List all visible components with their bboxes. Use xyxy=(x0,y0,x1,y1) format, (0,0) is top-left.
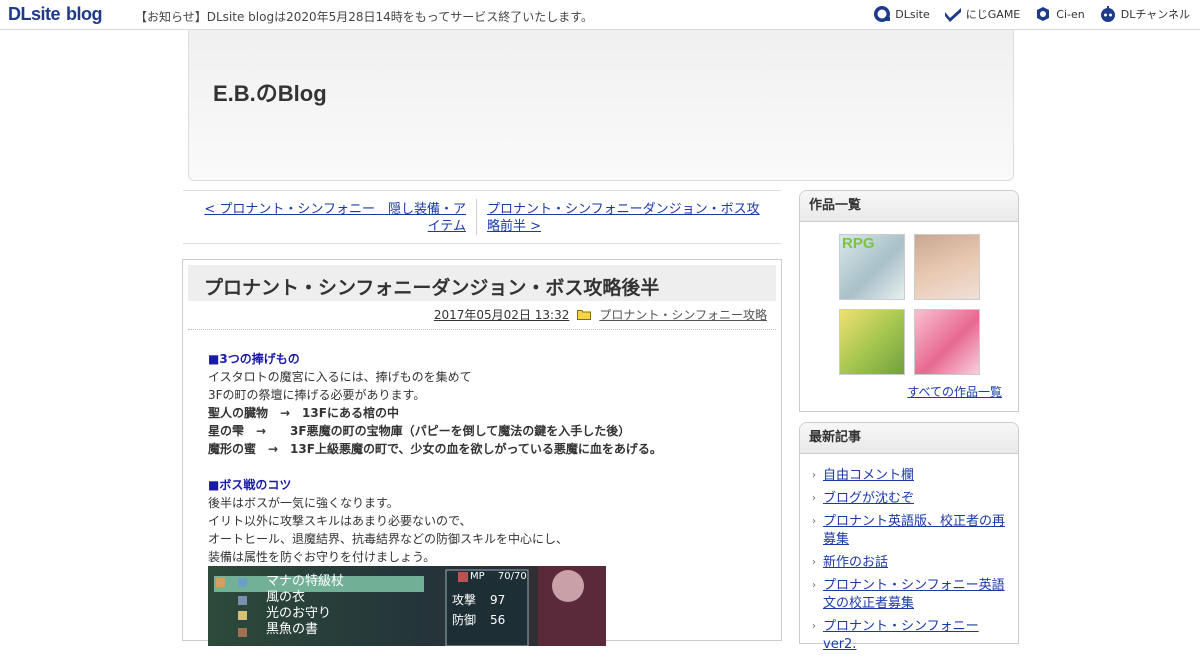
dl-icon xyxy=(874,6,891,22)
game-stats: 攻撃 97 防御 56 xyxy=(452,590,505,630)
article-line: 装備は属性を防ぐお守りを付けましょう。 xyxy=(208,550,436,564)
chevron-right-icon: › xyxy=(812,516,816,527)
recent-post-link[interactable]: プロナント・シンフォニーver2. xyxy=(823,619,979,652)
chevron-right-icon: › xyxy=(812,580,816,591)
link-label: DLチャンネル xyxy=(1120,8,1190,21)
game-screenshot: マナの特級杖 風の衣 光のお守り 黒魚の書 MP 70/70 攻撃 97 防御 56 xyxy=(208,566,606,646)
article: プロナント・シンフォニーダンジョン・ボス攻略後半 2017年05月02日 13:… xyxy=(182,259,782,646)
works-box: 作品一覧 RPG すべての作品一覧 xyxy=(799,190,1019,412)
link-nijigame[interactable]: にじGAME xyxy=(944,5,1021,23)
logo-sub: blog xyxy=(66,4,103,24)
meta-divider xyxy=(188,329,776,330)
rpg-badge: RPG xyxy=(842,235,875,252)
link-cien[interactable]: Ci-en xyxy=(1034,5,1085,23)
blog-title[interactable]: E.B.のBlog xyxy=(213,76,327,108)
recent-post-link[interactable]: プロナント・シンフォニー英語文の校正者募集 xyxy=(823,578,1005,611)
game-item: 光のお守り xyxy=(266,606,332,621)
service-links: DLsite にじGAME Ci-en DLチャンネル xyxy=(873,5,1190,23)
top-bar: DLsite blog 【お知らせ】DLsite blogは2020年5月28日1… xyxy=(0,0,1200,30)
recent-post-item: › プロナント・シンフォニー英語文の校正者募集 xyxy=(810,577,1010,613)
work-thumbnail[interactable]: RPG xyxy=(839,234,905,300)
stat-value: 97 xyxy=(490,593,506,607)
article-title: プロナント・シンフォニーダンジョン・ボス攻略後半 xyxy=(204,278,660,299)
channel-icon xyxy=(1100,6,1115,22)
article-category-link[interactable]: プロナント・シンフォニー攻略 xyxy=(599,306,767,323)
article-line: イリト以外に攻撃スキルはあまり必要ないので、 xyxy=(208,514,472,528)
article-nav: < プロナント・シンフォニー 隠し装備・アイテム プロナント・シンフォニーダンジ… xyxy=(183,190,781,244)
link-label: にじGAME xyxy=(965,8,1021,21)
dlsite-blog-logo[interactable]: DLsite blog xyxy=(8,4,103,25)
article-line: 聖人の臓物 → 13Fにある棺の中 xyxy=(208,406,399,420)
recent-post-item: › プロナント・シンフォニーver2. xyxy=(810,618,1010,654)
link-label: DLsite xyxy=(895,7,930,21)
service-notice: 【お知らせ】DLsite blogは2020年5月28日14時をもってサービス終… xyxy=(135,10,593,24)
article-body: ■3つの捧げものイスタロトの魔宮に入るには、捧げものを集めて 3Fの町の祭壇に捧げ… xyxy=(208,350,662,566)
link-label: Ci-en xyxy=(1056,7,1085,21)
work-thumbnail[interactable] xyxy=(914,234,980,300)
recent-posts-box: 最新記事 › 自由コメント欄 › ブログが沈むぞ › プロナント英語版、校正者の再募集 › 新… xyxy=(799,422,1019,652)
mp-label: MP xyxy=(470,571,485,582)
recent-post-item: › ブログが沈むぞ xyxy=(810,490,1010,508)
work-thumbnail[interactable] xyxy=(839,309,905,375)
article-line xyxy=(208,458,662,476)
game-stat-row: 攻撃 97 xyxy=(452,590,505,610)
prev-article-link[interactable]: < プロナント・シンフォニー 隠し装備・アイテム xyxy=(193,201,466,235)
stat-value: 56 xyxy=(490,613,506,627)
game-item: 風の衣 xyxy=(266,590,306,605)
niji-icon xyxy=(944,8,961,22)
game-item-list: マナの特級杖 風の衣 光のお守り 黒魚の書 xyxy=(266,574,344,638)
article-line: 星の雫 → 3F悪魔の町の宝物庫（パピーを倒して魔法の鍵を入手した後） xyxy=(208,424,631,438)
game-item: マナの特級杖 xyxy=(266,574,345,589)
folder-icon xyxy=(577,310,592,320)
recent-list: › 自由コメント欄 › ブログが沈むぞ › プロナント英語版、校正者の再募集 › 新作のお話 ›… xyxy=(810,467,1010,659)
game-item: 黒魚の書 xyxy=(266,622,319,637)
article-line: 後半はボスが一気に強くなります。 xyxy=(208,496,399,510)
recent-post-link[interactable]: ブログが沈むぞ xyxy=(823,491,914,506)
game-stat-row: 防御 56 xyxy=(452,610,505,630)
stat-label: 防御 xyxy=(452,613,477,627)
article-line: 魔形の蜜 → 13F上級悪魔の町で、少女の血を欲しがっている悪魔に血をあげる。 xyxy=(208,442,662,456)
article-line: オートヒール、退魔結界、抗毒結界などの防御スキルを中心にし、 xyxy=(208,532,569,546)
recent-post-item: › 自由コメント欄 xyxy=(810,467,1010,485)
next-article-link[interactable]: プロナント・シンフォニーダンジョン・ボス攻略前半 > xyxy=(487,201,771,235)
recent-post-link[interactable]: プロナント英語版、校正者の再募集 xyxy=(823,514,1005,547)
article-date[interactable]: 2017年05月02日 13:32 xyxy=(434,306,569,323)
link-dlsite[interactable]: DLsite xyxy=(873,5,930,23)
chevron-right-icon: › xyxy=(812,557,816,568)
chevron-right-icon: › xyxy=(812,621,816,632)
chevron-right-icon: › xyxy=(812,493,816,504)
logo-main: DLsite xyxy=(8,4,61,24)
chevron-right-icon: › xyxy=(812,470,816,481)
article-line: イスタロトの魔宮に入るには、捧げものを集めて xyxy=(208,370,472,384)
recent-heading: 最新記事 xyxy=(800,423,1018,454)
blog-header: E.B.のBlog xyxy=(188,30,1014,181)
article-title-bar: プロナント・シンフォニーダンジョン・ボス攻略後半 xyxy=(188,265,776,301)
article-line: ■3つの捧げもの xyxy=(208,352,300,366)
article-line: ■ボス戦のコツ xyxy=(208,478,292,492)
article-meta: 2017年05月02日 13:32 プロナント・シンフォニー攻略 xyxy=(434,306,767,323)
link-dlchannel[interactable]: DLチャンネル xyxy=(1099,5,1190,23)
work-thumbnail[interactable] xyxy=(914,309,980,375)
article-line: 3Fの町の祭壇に捧げる必要があります。 xyxy=(208,388,426,402)
recent-post-link[interactable]: 新作のお話 xyxy=(823,555,888,570)
game-mp: MP 70/70 xyxy=(470,571,527,582)
cien-icon xyxy=(1037,7,1050,21)
recent-post-item: › 新作のお話 xyxy=(810,554,1010,572)
recent-post-item: › プロナント英語版、校正者の再募集 xyxy=(810,513,1010,549)
mp-value: 70/70 xyxy=(497,571,527,582)
all-works-link[interactable]: すべての作品一覧 xyxy=(907,383,1002,400)
recent-post-link[interactable]: 自由コメント欄 xyxy=(823,468,914,483)
stat-label: 攻撃 xyxy=(452,593,477,607)
nav-divider xyxy=(476,199,477,235)
works-heading: 作品一覧 xyxy=(800,191,1018,222)
